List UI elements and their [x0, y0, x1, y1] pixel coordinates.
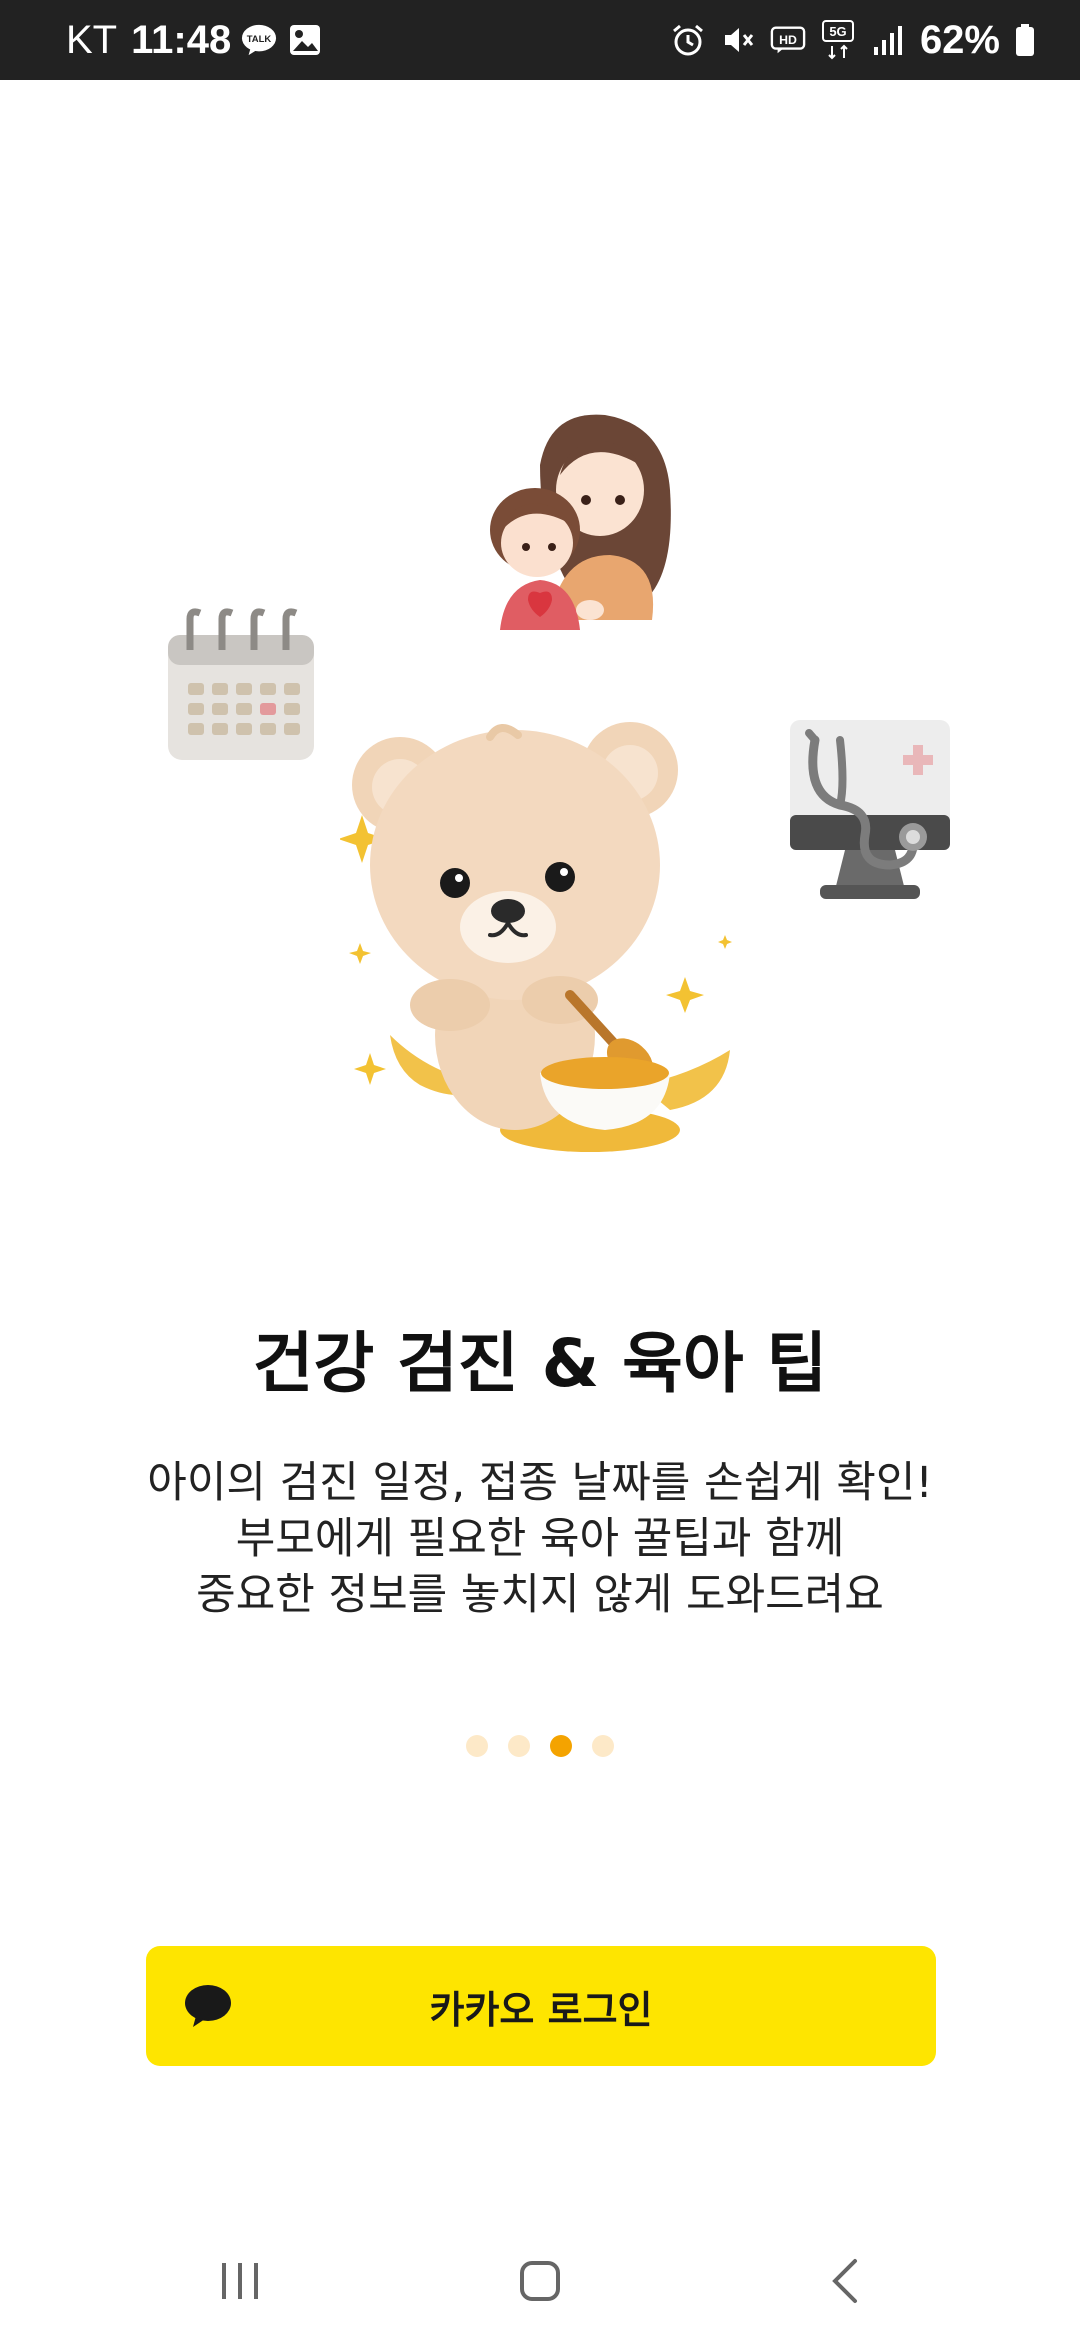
network-5g-icon: 5G — [820, 20, 856, 60]
kakao-login-button[interactable]: 카카오 로그인 — [146, 1946, 936, 2066]
hd-badge-text: HD — [779, 33, 797, 47]
clock: 11:48 — [131, 17, 232, 62]
kakaotalk-bubble-icon: TALK — [241, 22, 277, 58]
calendar-illustration — [160, 605, 320, 765]
status-bar-right: HD 5G 62% — [670, 0, 1036, 80]
page-dot-3-active[interactable] — [550, 1735, 572, 1757]
home-button[interactable] — [500, 2248, 580, 2318]
mother-child-illustration — [480, 405, 690, 630]
recent-apps-button[interactable] — [200, 2248, 280, 2318]
alarm-clock-icon — [670, 22, 706, 58]
back-button[interactable] — [805, 2248, 885, 2318]
kakao-login-label: 카카오 로그인 — [429, 1987, 653, 2032]
description-line-3: 중요한 정보를 놓치지 않게 도와드려요 — [196, 1570, 884, 1620]
hd-voice-icon: HD — [770, 22, 806, 58]
recent-apps-icon — [218, 2259, 262, 2307]
system-navigation-bar — [0, 2220, 1080, 2340]
carrier-label: KT — [66, 17, 118, 62]
talk-badge-text: TALK — [247, 34, 272, 45]
page-dot-4[interactable] — [592, 1735, 614, 1757]
battery-percent: 62% — [919, 17, 1000, 62]
back-chevron-icon — [823, 2257, 867, 2309]
network-badge-text: 5G — [829, 24, 846, 39]
onboarding-title: 건강 검진 & 육아 팁 — [252, 1325, 828, 1402]
home-icon — [518, 2259, 562, 2307]
status-bar-left: KT 11:48 TALK — [66, 0, 323, 80]
signal-bars-icon — [870, 22, 906, 58]
page-dot-1[interactable] — [466, 1735, 488, 1757]
status-bar: KT 11:48 TALK HD 5G 62% — [0, 0, 1080, 80]
vibrate-mute-icon — [720, 22, 756, 58]
description-line-1: 아이의 검진 일정, 접종 날짜를 손쉽게 확인! — [147, 1458, 933, 1508]
bear-honey-illustration — [338, 705, 740, 1165]
description-line-2: 부모에게 필요한 육아 꿀팁과 함께 — [235, 1514, 845, 1564]
page-indicator — [0, 1735, 1080, 1757]
battery-icon — [1014, 22, 1036, 58]
image-icon — [287, 22, 323, 58]
monitor-stethoscope-illustration — [785, 715, 955, 905]
page-dot-2[interactable] — [508, 1735, 530, 1757]
onboarding-description: 아이의 검진 일정, 접종 날짜를 손쉽게 확인! 부모에게 필요한 육아 꿀팁… — [0, 1455, 1080, 1623]
kakao-speech-bubble-icon — [184, 1984, 232, 2028]
